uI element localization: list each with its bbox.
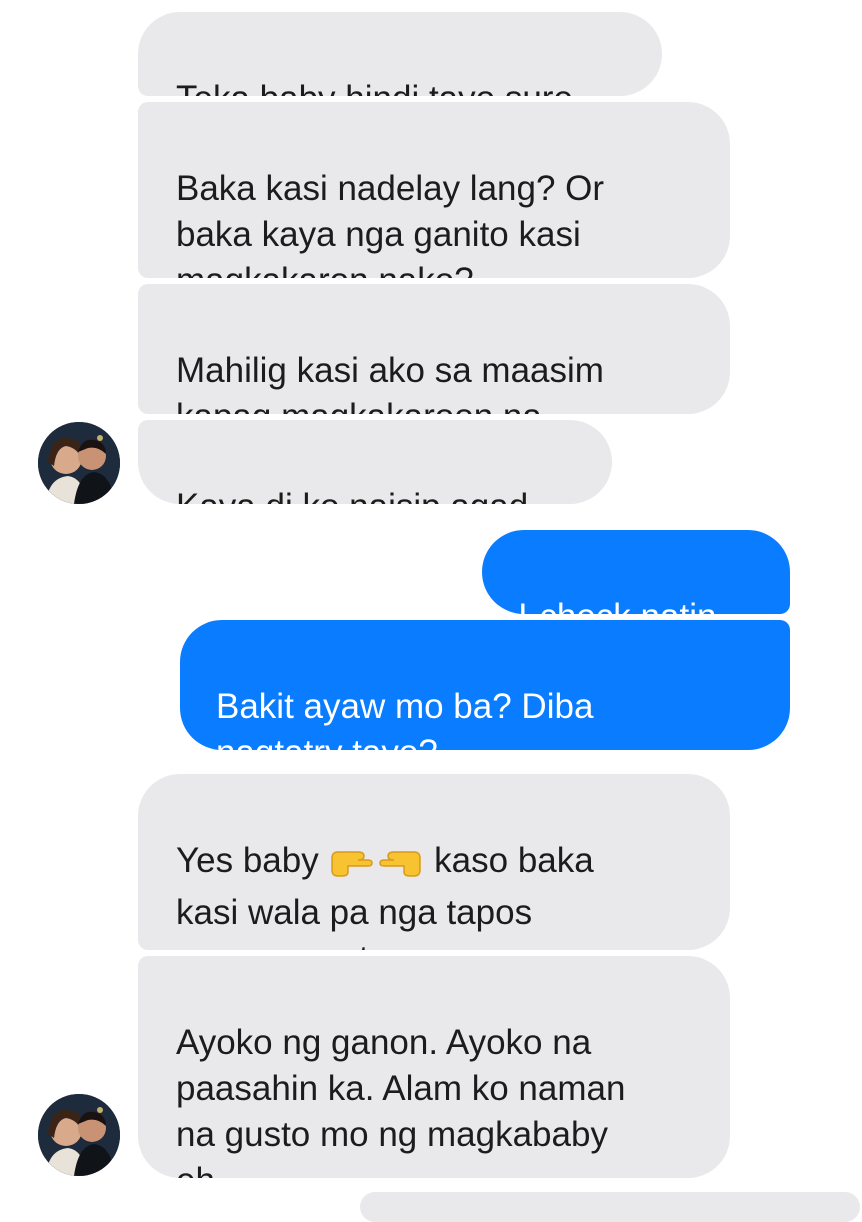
message-text: Bakit ayaw mo ba? Diba nagtatry tayo? <box>216 687 594 750</box>
outgoing-message-bubble[interactable]: I-check natin. <box>482 530 790 614</box>
pointing-right-emoji-icon <box>330 844 374 890</box>
contact-avatar[interactable] <box>38 1094 120 1176</box>
partial-next-message-bubble <box>360 1192 860 1222</box>
message-text: Mahilig kasi ako sa maasim kapag magkaka… <box>176 351 604 414</box>
avatar-photo <box>38 422 120 504</box>
pointing-left-emoji-icon <box>378 844 422 890</box>
message-text: I-check natin. <box>518 597 726 614</box>
message-text-before-emoji: Yes baby <box>176 841 329 880</box>
incoming-message-bubble[interactable]: Yes baby kaso baka kasi wala pa nga tapo… <box>138 774 730 950</box>
message-text: Teka baby hindi tayo sure. <box>176 79 583 96</box>
incoming-message-bubble[interactable]: Teka baby hindi tayo sure. <box>138 12 662 96</box>
incoming-message-bubble[interactable]: Baka kasi nadelay lang? Or baka kaya nga… <box>138 102 730 278</box>
incoming-message-bubble[interactable]: Ayoko ng ganon. Ayoko na paasahin ka. Al… <box>138 956 730 1178</box>
message-text: Baka kasi nadelay lang? Or baka kaya nga… <box>176 169 605 278</box>
incoming-message-bubble[interactable]: Mahilig kasi ako sa maasim kapag magkaka… <box>138 284 730 414</box>
avatar-photo <box>38 1094 120 1176</box>
message-thread: Teka baby hindi tayo sure. Baka kasi nad… <box>0 0 862 1222</box>
message-text: Ayoko ng ganon. Ayoko na paasahin ka. Al… <box>176 1023 626 1178</box>
contact-avatar[interactable] <box>38 422 120 504</box>
incoming-message-bubble[interactable]: Kaya di ko naisip agad. <box>138 420 612 504</box>
outgoing-message-bubble[interactable]: Bakit ayaw mo ba? Diba nagtatry tayo? <box>180 620 790 750</box>
message-text: Kaya di ko naisip agad. <box>176 487 538 504</box>
